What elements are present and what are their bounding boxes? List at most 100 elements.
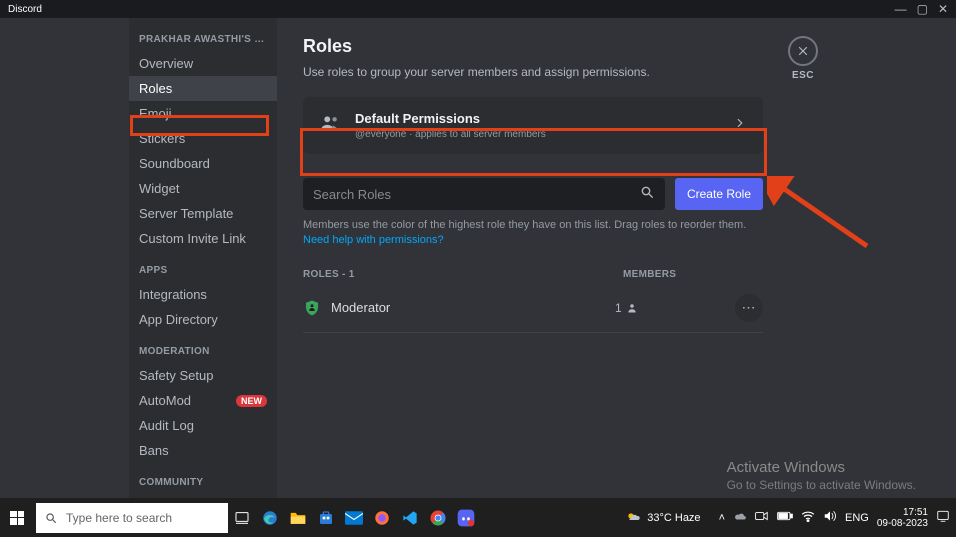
sidebar-item-label: Safety Setup	[139, 368, 213, 383]
app-body: PRAKHAR AWASTHI'S SERV… Overview Roles E…	[0, 18, 956, 498]
wifi-icon[interactable]	[801, 510, 815, 525]
mail-icon[interactable]	[340, 503, 368, 533]
firefox-icon[interactable]	[368, 503, 396, 533]
activate-line1: Activate Windows	[727, 459, 916, 476]
system-tray: 33°C Haze ˄ ENG 17:51 09-08-2023	[625, 507, 956, 529]
edge-icon[interactable]	[256, 503, 284, 533]
close-button[interactable]: ✕	[938, 2, 948, 16]
language-indicator[interactable]: ENG	[845, 512, 869, 524]
sidebar-item-label: AutoMod	[139, 393, 191, 408]
sidebar-item-label: App Directory	[139, 312, 218, 327]
app-name: Discord	[8, 4, 42, 15]
window-titlebar: Discord — ▢ ✕	[0, 0, 956, 18]
settings-sidebar: PRAKHAR AWASTHI'S SERV… Overview Roles E…	[129, 18, 277, 498]
search-roles-box[interactable]	[303, 178, 665, 210]
default-permissions-card[interactable]: Default Permissions @everyone · applies …	[303, 97, 763, 154]
search-icon	[44, 511, 58, 525]
sidebar-item-label: Emoji	[139, 106, 172, 121]
file-explorer-icon[interactable]	[284, 503, 312, 533]
sidebar-item-label: Stickers	[139, 131, 185, 146]
volume-icon[interactable]	[823, 510, 837, 525]
esc-label: ESC	[788, 70, 818, 81]
activate-line2: Go to Settings to activate Windows.	[727, 478, 916, 492]
sidebar-item-safety-setup[interactable]: Safety Setup	[129, 363, 277, 388]
chevron-right-icon	[733, 116, 747, 135]
search-row: Create Role	[303, 178, 763, 210]
sidebar-item-label: Widget	[139, 181, 179, 196]
start-button[interactable]	[0, 498, 34, 537]
sidebar-item-custom-invite-link[interactable]: Custom Invite Link	[129, 226, 277, 251]
person-icon	[626, 302, 638, 314]
sidebar-item-widget[interactable]: Widget	[129, 176, 277, 201]
sidebar-item-soundboard[interactable]: Soundboard	[129, 151, 277, 176]
sidebar-heading-server: PRAKHAR AWASTHI'S SERV…	[129, 34, 277, 51]
sidebar-item-audit-log[interactable]: Audit Log	[129, 413, 277, 438]
taskbar-search[interactable]: Type here to search	[36, 503, 228, 533]
role-more-button[interactable]: ⋯	[735, 294, 763, 322]
default-permissions-title: Default Permissions	[355, 111, 546, 126]
sidebar-item-label: Custom Invite Link	[139, 231, 246, 246]
maximize-button[interactable]: ▢	[917, 2, 928, 16]
search-icon	[639, 184, 655, 205]
tray-chevron-icon[interactable]: ˄	[719, 512, 725, 524]
default-permissions-sub: @everyone · applies to all server member…	[355, 129, 546, 140]
window-controls: — ▢ ✕	[895, 2, 948, 16]
members-icon	[319, 112, 341, 139]
sidebar-item-stickers[interactable]: Stickers	[129, 126, 277, 151]
sidebar-item-server-template[interactable]: Server Template	[129, 201, 277, 226]
default-permissions-text: Default Permissions @everyone · applies …	[355, 111, 546, 140]
close-settings-button[interactable]: ESC	[788, 36, 818, 81]
sidebar-item-automod[interactable]: AutoMod NEW	[129, 388, 277, 413]
page-description: Use roles to group your server members a…	[303, 65, 956, 79]
help-text: Members use the color of the highest rol…	[303, 218, 763, 249]
chrome-icon[interactable]	[424, 503, 452, 533]
create-role-button[interactable]: Create Role	[675, 178, 763, 210]
sidebar-item-integrations[interactable]: Integrations	[129, 282, 277, 307]
sidebar-item-label: Overview	[139, 56, 193, 71]
taskbar-clock[interactable]: 17:51 09-08-2023	[877, 507, 928, 529]
roles-column-header: ROLES - 1	[303, 269, 623, 280]
taskbar-search-placeholder: Type here to search	[66, 511, 172, 525]
sidebar-item-label: Audit Log	[139, 418, 194, 433]
vscode-icon[interactable]	[396, 503, 424, 533]
role-row[interactable]: Moderator 1 ⋯	[303, 294, 763, 333]
notifications-icon[interactable]	[936, 509, 950, 526]
sidebar-heading-moderation: MODERATION	[129, 346, 277, 363]
minimize-button[interactable]: —	[895, 2, 907, 16]
weather-widget[interactable]: 33°C Haze	[625, 510, 700, 526]
member-count-value: 1	[615, 301, 622, 315]
onedrive-icon[interactable]	[733, 509, 747, 526]
windows-logo-icon	[10, 511, 24, 525]
role-name: Moderator	[331, 300, 615, 315]
help-text-prefix: Members use the color of the highest rol…	[303, 219, 746, 231]
battery-icon[interactable]	[777, 511, 793, 524]
sidebar-heading-apps: APPS	[129, 265, 277, 282]
weather-text: 33°C Haze	[647, 512, 700, 524]
discord-taskbar-icon[interactable]	[452, 503, 480, 533]
sidebar-item-roles[interactable]: Roles	[129, 76, 277, 101]
sidebar-item-label: Bans	[139, 443, 169, 458]
weather-icon	[625, 510, 641, 526]
sidebar-item-label: Integrations	[139, 287, 207, 302]
sidebar-item-label: Roles	[139, 81, 172, 96]
clock-time: 17:51	[903, 507, 928, 518]
new-badge: NEW	[236, 395, 267, 407]
microsoft-store-icon[interactable]	[312, 503, 340, 533]
clock-date: 09-08-2023	[877, 518, 928, 529]
meet-now-icon[interactable]	[755, 510, 769, 525]
search-roles-input[interactable]	[313, 187, 639, 202]
settings-content: Roles Use roles to group your server mem…	[277, 18, 956, 498]
sidebar-item-label: Soundboard	[139, 156, 210, 171]
page-title: Roles	[303, 36, 956, 57]
roles-table-header: ROLES - 1 MEMBERS	[303, 269, 763, 280]
sidebar-item-emoji[interactable]: Emoji	[129, 101, 277, 126]
sidebar-item-app-directory[interactable]: App Directory	[129, 307, 277, 332]
members-column-header: MEMBERS	[623, 269, 763, 280]
sidebar-item-overview[interactable]: Overview	[129, 51, 277, 76]
task-view-button[interactable]	[228, 503, 256, 533]
sidebar-item-bans[interactable]: Bans	[129, 438, 277, 463]
close-icon	[788, 36, 818, 66]
sidebar-heading-community: COMMUNITY	[129, 477, 277, 494]
left-gutter	[0, 18, 129, 498]
help-link[interactable]: Need help with permissions?	[303, 234, 444, 246]
